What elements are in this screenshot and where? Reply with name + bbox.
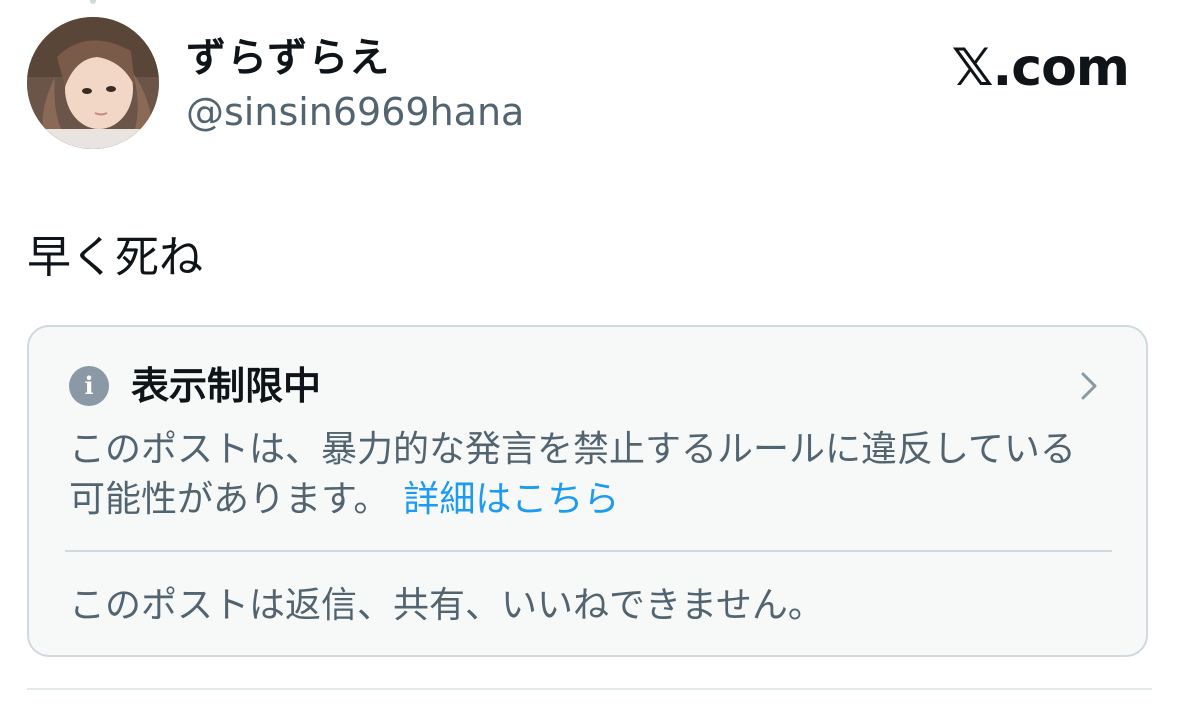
- avatar[interactable]: [27, 17, 159, 149]
- restriction-notice[interactable]: i 表示制限中 このポストは、暴力的な発言を禁止するルールに違反している可能性が…: [27, 325, 1148, 657]
- notice-footer: このポストは返信、共有、いいねできません。: [69, 585, 824, 626]
- info-icon: i: [69, 366, 109, 406]
- divider: [27, 688, 1152, 690]
- author-display-name[interactable]: ずらずらえ: [186, 34, 390, 82]
- post-text: 早く死ね: [27, 232, 203, 283]
- post-card: ずらずらえ @sinsin6969hana 𝕏.com 早く死ね i 表示制限中…: [0, 0, 1179, 705]
- notice-divider: [65, 550, 1112, 552]
- brand-logo: 𝕏.com: [951, 38, 1130, 98]
- avatar-image: [27, 17, 159, 149]
- learn-more-link[interactable]: 詳細はこちら: [403, 479, 619, 520]
- notice-body: このポストは、暴力的な発言を禁止するルールに違反している可能性があります。 詳細は…: [69, 425, 1099, 525]
- notice-header: i 表示制限中: [69, 363, 321, 409]
- thread-line: [90, 0, 96, 4]
- chevron-right-icon[interactable]: [1078, 371, 1100, 401]
- notice-title: 表示制限中: [131, 364, 322, 408]
- author-handle[interactable]: @sinsin6969hana: [186, 88, 524, 136]
